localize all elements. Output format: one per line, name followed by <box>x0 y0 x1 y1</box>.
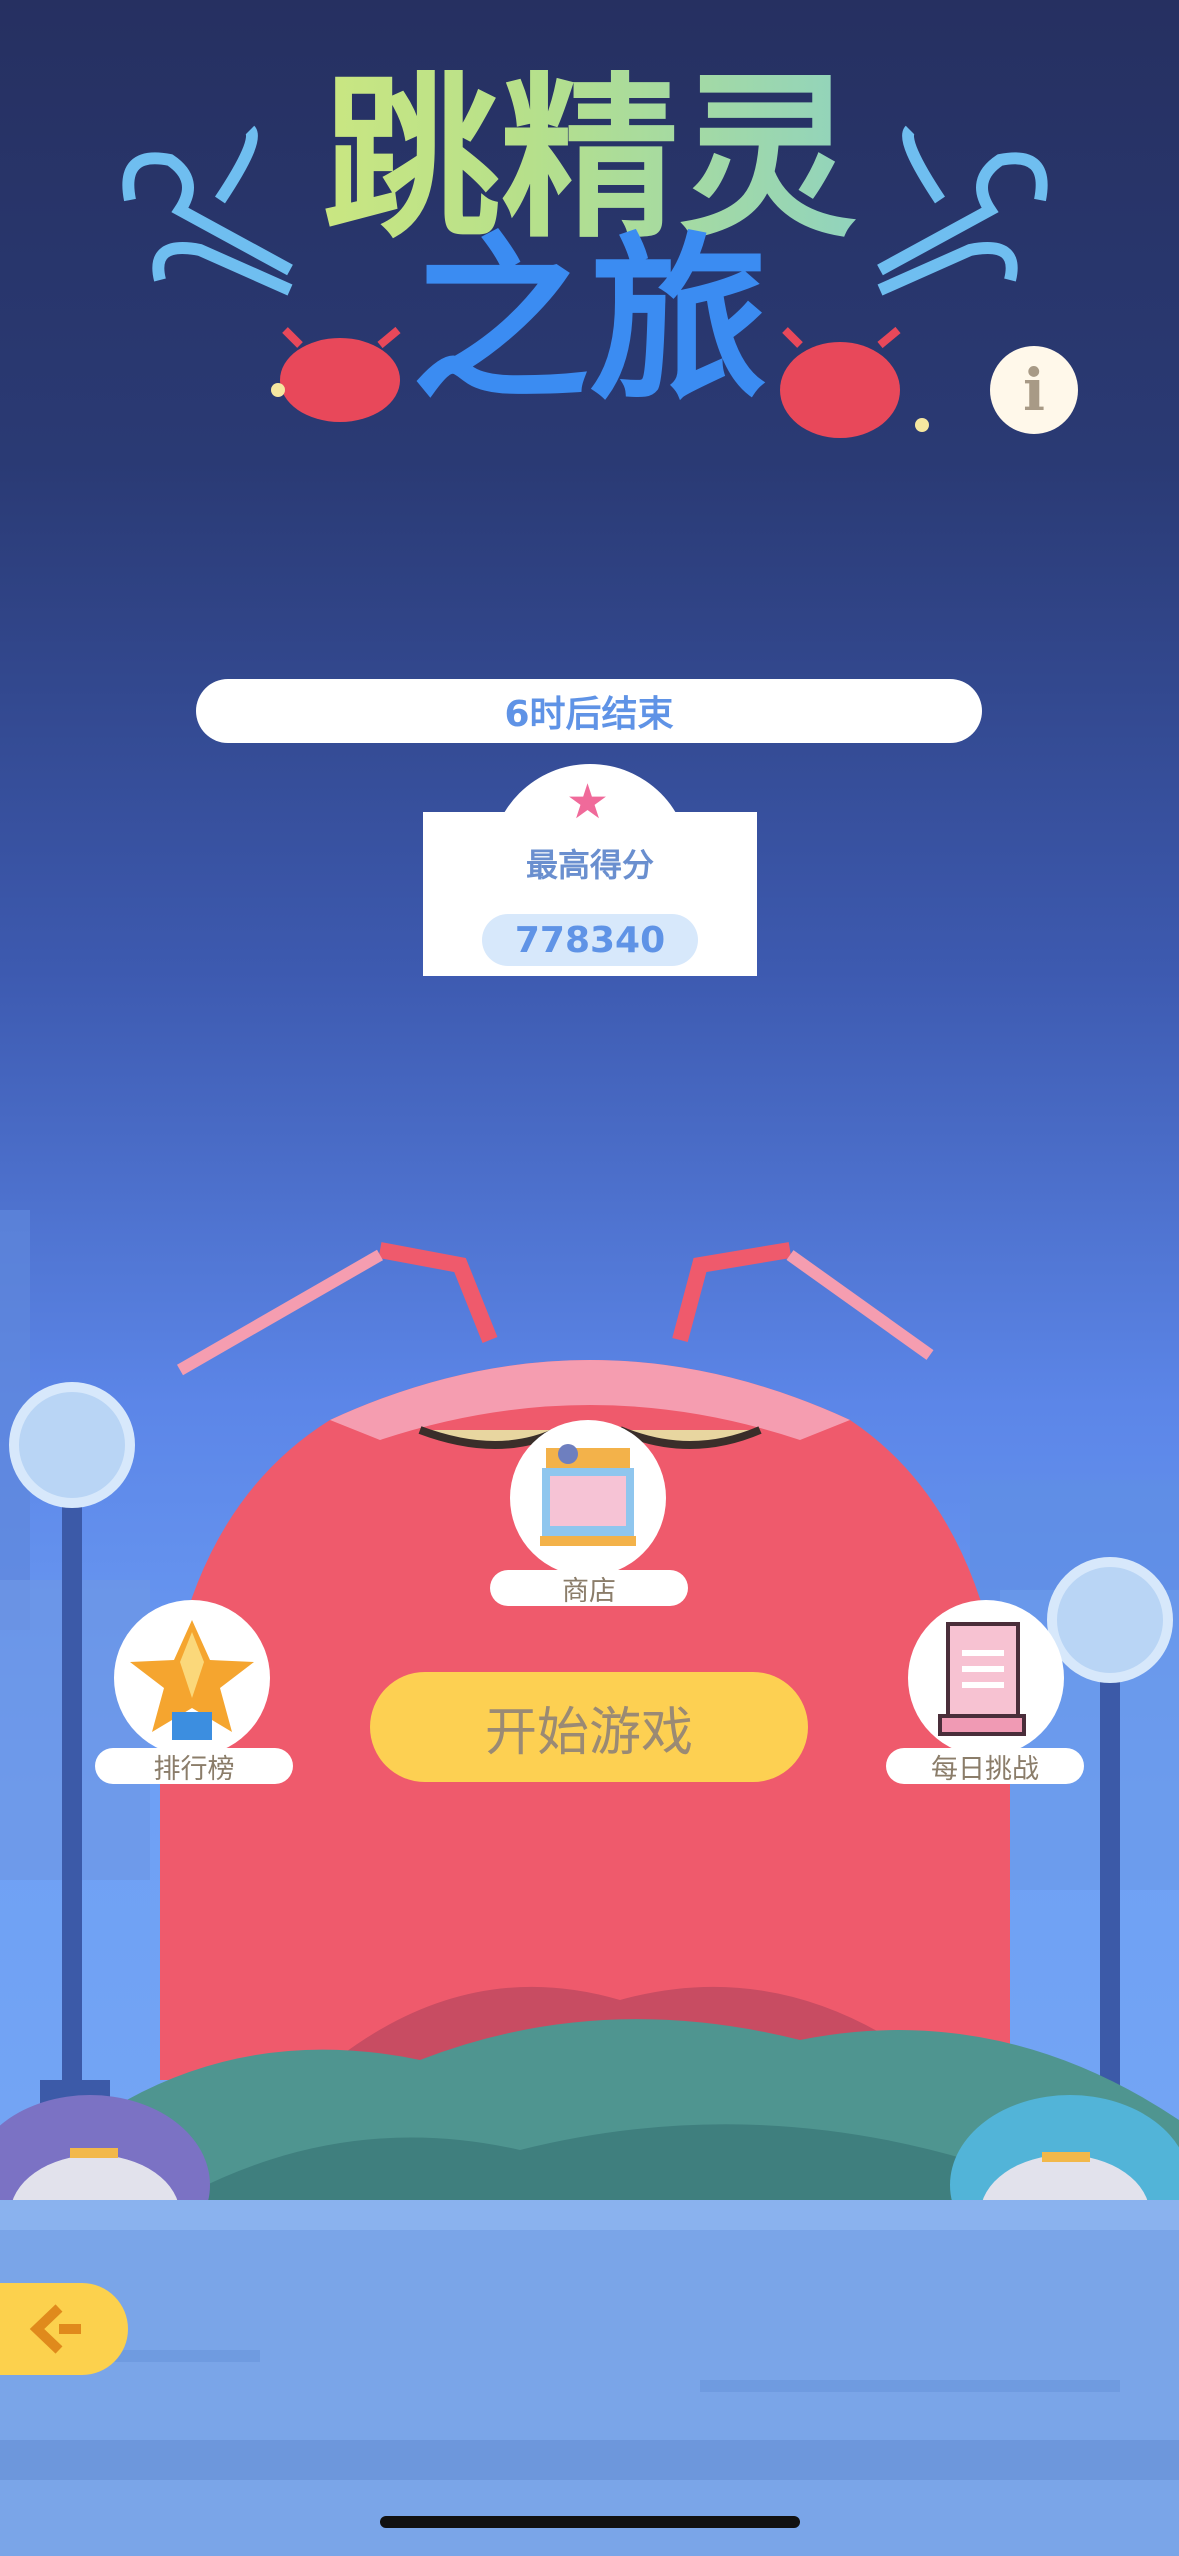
info-icon: i <box>1022 356 1046 424</box>
back-arrow-icon <box>29 2304 81 2354</box>
daily-challenge-button[interactable] <box>908 1600 1064 1756</box>
back-button[interactable] <box>0 2283 128 2375</box>
shop-label[interactable]: 商店 <box>490 1570 688 1607</box>
timer-text: 6时后结束 <box>504 694 674 735</box>
start-game-label: 开始游戏 <box>484 1702 693 1763</box>
scroll-icon <box>938 1622 1026 1736</box>
event-timer: 6时后结束 <box>196 679 982 743</box>
best-score-label: 最高得分 <box>525 846 654 884</box>
info-button[interactable]: i <box>990 346 1078 434</box>
start-game-button[interactable]: 开始游戏 <box>370 1672 808 1782</box>
shop-stall-icon <box>540 1444 636 1546</box>
best-score-value: 778340 <box>482 914 698 966</box>
monster-illustration <box>160 1242 1010 2090</box>
daily-challenge-label[interactable]: 每日挑战 <box>886 1748 1084 1785</box>
leaderboard-label[interactable]: 排行榜 <box>95 1748 293 1785</box>
star-trophy-icon <box>130 1620 254 1740</box>
home-indicator <box>380 2516 800 2528</box>
leaderboard-button[interactable] <box>114 1600 270 1756</box>
game-scene: 跳精灵 之旅 i 6时后结束 ★ 最高得分 778340 商店 排行榜 每日挑战… <box>0 0 1179 2556</box>
shop-button[interactable] <box>510 1420 666 1576</box>
star-icon: ★ <box>566 774 610 830</box>
